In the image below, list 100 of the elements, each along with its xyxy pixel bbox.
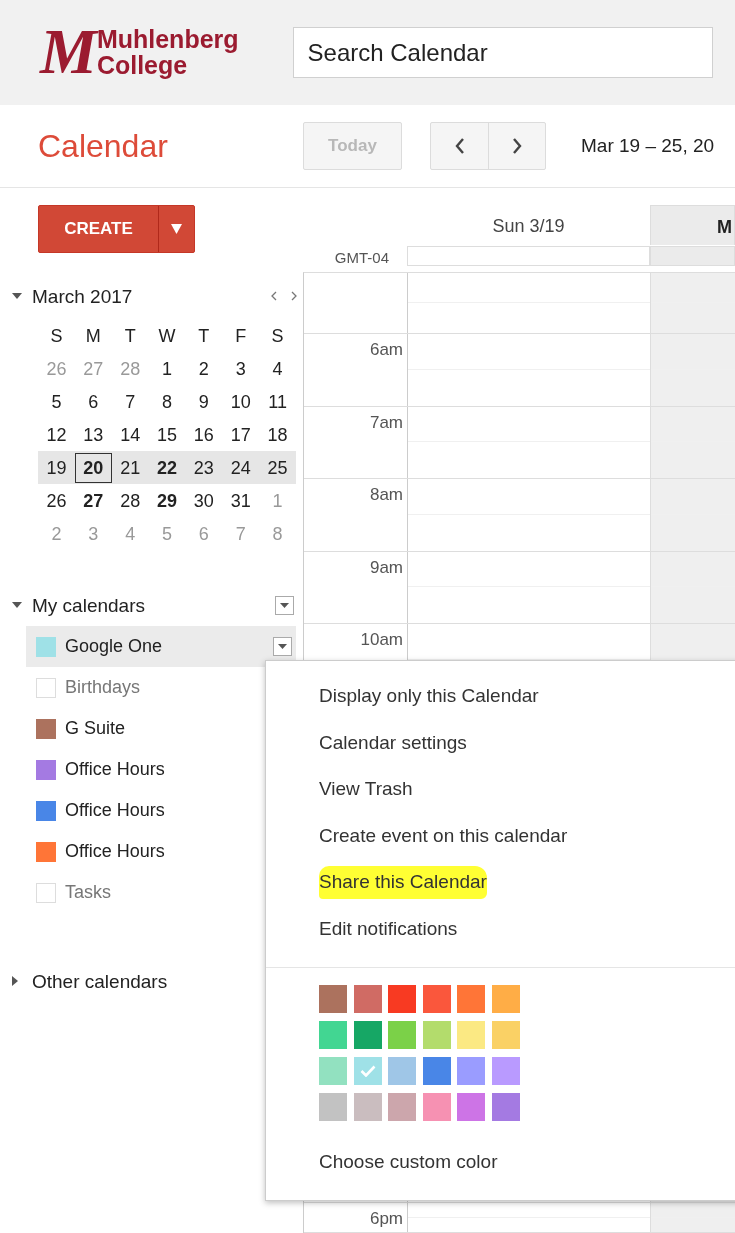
day-number[interactable]: 15 [148,420,186,449]
section-title: My calendars [32,594,146,618]
hour-label: 6pm [304,1203,408,1232]
day-header[interactable]: Sun 3/19 [407,205,650,245]
day-number[interactable]: 1 [148,354,186,383]
color-swatch[interactable] [491,1056,520,1085]
color-swatch[interactable] [491,1092,520,1121]
color-swatch[interactable] [353,1092,382,1121]
day-number[interactable]: 3 [222,354,260,383]
color-swatch[interactable] [319,1020,347,1049]
date-range: Mar 19 – 25, 20 [581,133,715,158]
day-number[interactable]: 8 [148,387,186,416]
create-button[interactable]: CREATE [38,205,195,253]
calendar-color-checkbox[interactable] [36,759,56,780]
custom-color-link[interactable]: Choose custom color [319,1147,735,1177]
day-number[interactable]: 13 [74,420,112,449]
hour-label: 6am [304,334,408,406]
chevron-left-icon[interactable] [271,291,277,301]
day-number[interactable]: 14 [111,420,149,449]
day-number[interactable]: 9 [185,387,223,416]
color-swatch[interactable] [388,1092,416,1121]
app-title: Calendar [38,127,169,166]
color-swatch[interactable] [422,1020,451,1049]
day-number[interactable]: 12 [38,420,75,449]
menu-item[interactable]: Create event on this calendar [319,819,568,853]
color-swatch[interactable] [388,1020,416,1049]
week-row[interactable]: 26 27 28 1 2 3 4 [38,352,296,385]
menu-item[interactable]: Share this Calendar [319,866,487,899]
day-number[interactable]: 26 [38,486,75,515]
color-swatch[interactable] [353,1020,382,1049]
week-row[interactable]: 19 20 21 22 23 24 25 [38,451,296,484]
day-number[interactable]: 25 [259,453,296,482]
week-row[interactable]: 26 27 28 29 30 31 1 [38,484,296,517]
color-swatch[interactable] [319,1056,347,1085]
all-day-cell[interactable] [407,246,650,266]
color-swatch[interactable] [457,984,485,1013]
week-row[interactable]: 5 6 7 8 9 10 11 [38,385,296,418]
color-swatch[interactable] [457,1092,485,1121]
day-number[interactable]: 30 [185,486,223,515]
color-swatch[interactable] [353,984,382,1013]
week-row[interactable]: 12 13 14 15 16 17 18 [38,418,296,451]
menu-item[interactable]: View Trash [319,773,413,806]
menu-item[interactable]: Edit notifications [319,913,458,946]
caret-down-icon [280,602,289,608]
dropdown-button[interactable] [275,595,294,615]
day-number[interactable]: 2 [185,354,223,383]
all-day-cell[interactable] [650,246,735,266]
color-swatch[interactable] [353,1056,382,1085]
color-swatch[interactable] [457,1056,485,1085]
menu-item[interactable]: Calendar settings [319,726,467,760]
color-swatch[interactable] [422,984,451,1013]
day-number[interactable]: 20 [74,452,112,483]
day-number[interactable]: 31 [222,486,260,515]
day-number[interactable]: 24 [222,453,260,482]
day-number[interactable]: 28 [111,486,149,515]
hour-label: 8am [304,479,408,551]
color-swatch[interactable] [491,1020,520,1049]
caret-down-icon[interactable] [12,602,22,608]
weekday-label: S [49,324,64,348]
color-swatch[interactable] [319,1092,347,1121]
calendar-name[interactable]: Google One [65,633,273,660]
caret-right-icon[interactable] [12,976,18,986]
day-header[interactable]: M [650,205,735,245]
section-title: Other calendars [32,970,168,994]
day-number[interactable]: 21 [111,453,149,482]
color-swatch[interactable] [491,984,520,1013]
day-number[interactable]: 29 [148,486,186,515]
month-title: March 2017 [32,285,134,309]
day-number[interactable]: 5 [38,387,75,416]
day-number[interactable]: 17 [222,420,260,449]
day-number[interactable]: 16 [185,420,223,449]
calendar-color-checkbox[interactable] [36,800,56,821]
day-number[interactable]: 6 [74,387,112,416]
color-swatch[interactable] [422,1056,451,1085]
chevron-left-icon [454,138,465,154]
color-swatch[interactable] [457,1020,485,1049]
color-swatch[interactable] [388,1056,416,1085]
day-number[interactable]: 19 [38,453,75,482]
search-field[interactable]: Search Calendar [292,27,713,78]
day-number[interactable]: 23 [185,453,223,482]
day-number[interactable]: 4 [259,354,296,383]
dropdown-button[interactable] [273,637,292,656]
caret-down-icon[interactable] [12,293,22,299]
color-swatch[interactable] [422,1092,451,1121]
calendar-color-checkbox[interactable] [36,718,56,739]
day-number[interactable]: 7 [111,387,149,416]
day-number[interactable]: 11 [259,387,296,416]
weekday-label: T [123,324,137,348]
weekday-label: T [197,324,211,348]
day-number[interactable]: 27 [74,486,112,515]
calendar-color-checkbox[interactable] [36,841,56,862]
day-number[interactable]: 18 [259,420,296,449]
calendar-row[interactable]: Google One [26,626,296,667]
color-swatch[interactable] [319,984,347,1013]
logo-text: Muhlenberg [96,26,239,52]
chevron-right-icon[interactable] [291,291,297,301]
day-number[interactable]: 22 [148,453,186,482]
color-swatch[interactable] [388,984,416,1013]
logo-text: College [96,52,188,78]
day-number[interactable]: 10 [222,387,260,416]
